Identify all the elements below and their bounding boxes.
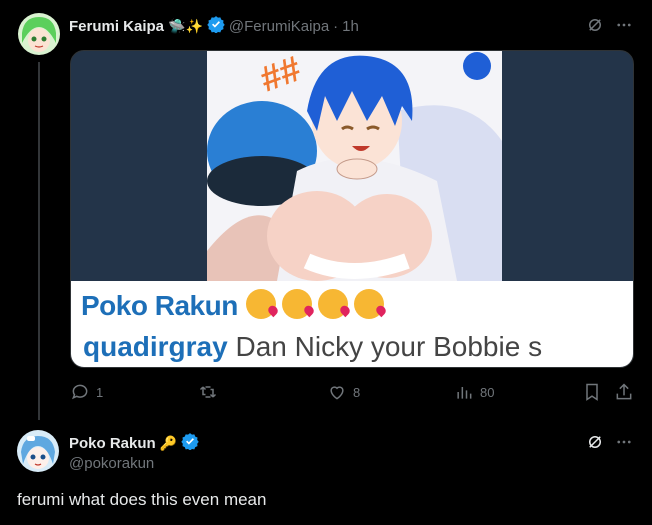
reply-count: 1 xyxy=(96,384,104,400)
more-options-icon[interactable] xyxy=(613,14,635,36)
anime-illustration-image: ## xyxy=(207,51,502,281)
heart-icon xyxy=(330,386,344,400)
poko-avatar[interactable] xyxy=(17,430,59,472)
share-button[interactable] xyxy=(614,382,634,402)
verified-badge-icon[interactable] xyxy=(207,15,225,38)
reply-author-name[interactable]: Poko Rakun xyxy=(69,435,156,452)
share-icon xyxy=(616,383,632,400)
bookmark-button[interactable] xyxy=(582,382,602,402)
kiss-emoji-row xyxy=(245,289,384,319)
reply-author-emoji: 🔑 xyxy=(159,435,178,451)
reply-header: Poko Rakun 🔑 xyxy=(69,432,199,455)
caption-line-2: quadirgray Dan Nicky your Bobbie s xyxy=(83,331,542,363)
reply-body-text: ferumi what does this even mean xyxy=(17,490,267,509)
author-emoji: 🛸✨ xyxy=(168,18,203,34)
repost-button[interactable] xyxy=(198,382,224,402)
ferumi-avatar[interactable] xyxy=(18,13,60,55)
kiss-emoji-icon xyxy=(281,289,312,319)
kiss-emoji-icon xyxy=(245,289,276,319)
kiss-emoji-icon xyxy=(317,289,348,319)
more-options-icon[interactable] xyxy=(613,431,635,453)
reply-icon xyxy=(71,384,88,400)
kiss-emoji-icon xyxy=(353,289,384,319)
tweet-media-image[interactable]: ## Poko Rakun quadirgray Dan Nicky your … xyxy=(70,50,634,368)
caption-text: Dan Nicky your Bobbie s xyxy=(235,331,543,362)
bookmark-icon xyxy=(586,383,598,401)
views-button[interactable]: 80 xyxy=(454,382,494,402)
tweet-action-bar: 1 8 80 xyxy=(70,382,634,406)
reply-author-handle[interactable]: @pokorakun xyxy=(69,455,154,472)
caption-line-1: Poko Rakun xyxy=(81,289,384,322)
caption-username: quadirgray xyxy=(83,331,228,362)
reply-button[interactable]: 1 xyxy=(70,382,103,402)
grok-icon[interactable] xyxy=(584,14,606,36)
author-handle[interactable]: @FerumiKaipa xyxy=(229,18,329,35)
like-button[interactable]: 8 xyxy=(327,382,360,402)
caption-name: Poko Rakun xyxy=(81,290,238,321)
author-name[interactable]: Ferumi Kaipa xyxy=(69,18,164,35)
like-count: 8 xyxy=(353,384,361,400)
verified-badge-icon[interactable] xyxy=(181,432,199,455)
media-caption: Poko Rakun quadirgray Dan Nicky your Bob… xyxy=(71,281,633,367)
tweet-header: Ferumi Kaipa 🛸✨ @FerumiKaipa · 1h xyxy=(69,15,359,38)
dot-separator: · xyxy=(333,18,339,35)
views-chart-icon xyxy=(457,387,472,399)
grok-icon[interactable] xyxy=(584,431,606,453)
thread-connector-line xyxy=(38,62,40,420)
tweet-time[interactable]: 1h xyxy=(342,18,359,35)
repost-icon xyxy=(199,386,217,398)
reply-handle-row: @pokorakun xyxy=(69,455,154,472)
view-count: 80 xyxy=(480,384,495,400)
